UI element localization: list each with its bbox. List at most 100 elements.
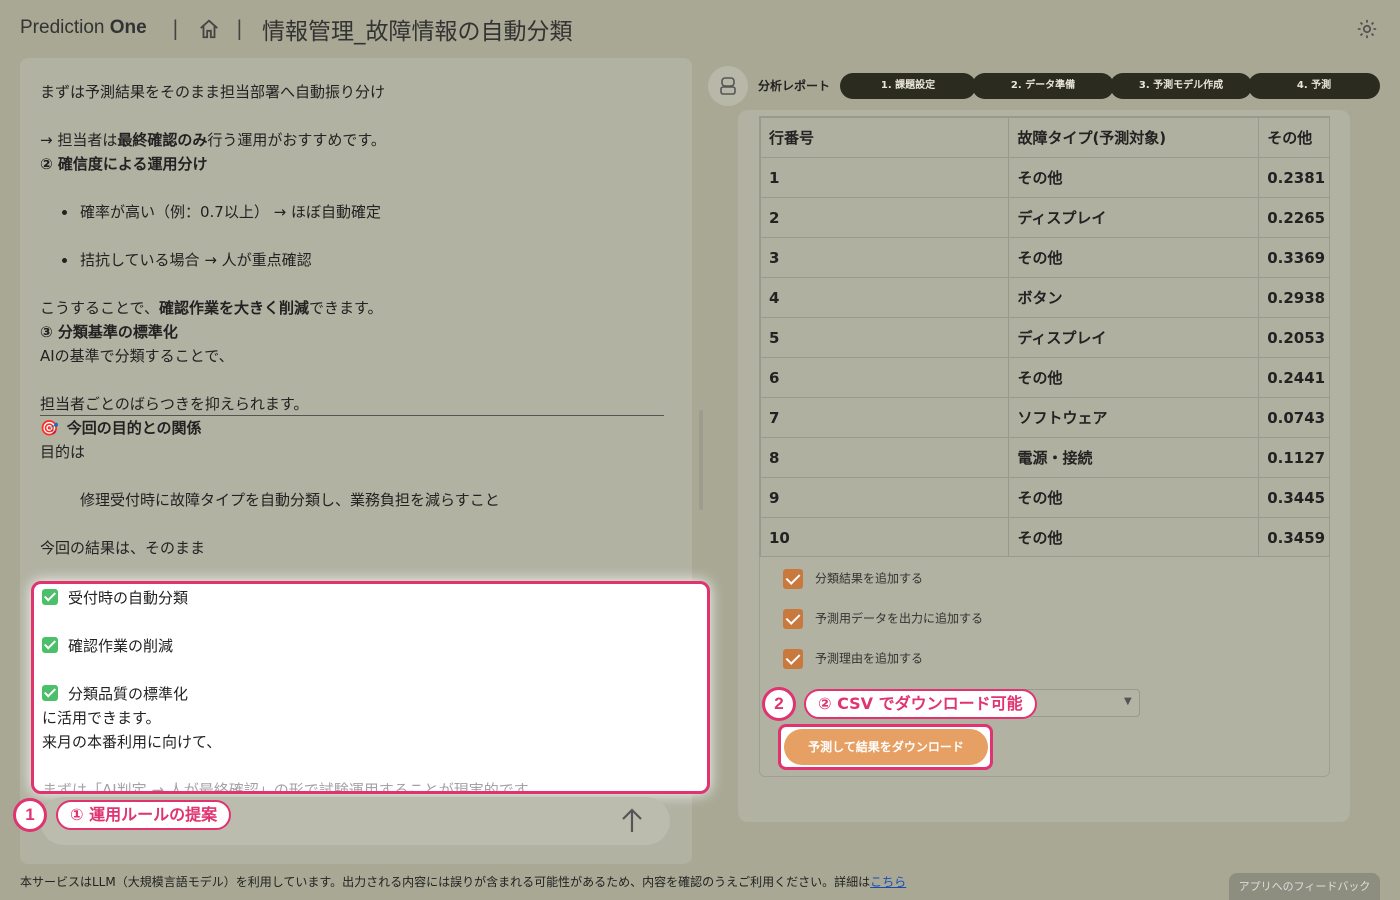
option-add-classification[interactable]: 分類結果を追加する bbox=[783, 568, 923, 589]
checkmark-icon bbox=[42, 637, 58, 653]
message-line: 担当者ごとのばらつきを抑えられます。 bbox=[40, 392, 664, 416]
section-heading: ③ 分類基準の標準化 bbox=[40, 323, 178, 341]
table-cell: ボタン bbox=[1008, 277, 1260, 318]
step-2[interactable]: 2. データ準備 bbox=[972, 73, 1114, 99]
results-table-container[interactable]: 行番号 故障タイプ(予測対象) その他 1 その他 0.2381 2 ディスプレイ 0.2… bbox=[759, 116, 1330, 557]
table-row: 10 その他 0.3459 bbox=[760, 517, 1329, 556]
check-item: 分類品質の標準化 bbox=[42, 682, 542, 706]
checkbox-checked[interactable] bbox=[783, 648, 803, 669]
table-cell: 10 bbox=[760, 517, 1010, 556]
table-cell: 0.3459 bbox=[1258, 517, 1329, 556]
table-cell: 0.2053 bbox=[1258, 317, 1329, 358]
message-line: → 担当者は最終確認のみ行う運用がおすすめです。 bbox=[40, 131, 386, 149]
table-cell: 電源・接続 bbox=[1008, 437, 1260, 478]
list-item: 拮抗している場合 → 人が重点確認 bbox=[40, 248, 664, 272]
quote-line: 修理受付時に故障タイプを自動分類し、業務負担を減らすこと bbox=[80, 491, 500, 509]
table-cell: 5 bbox=[760, 317, 1010, 358]
table-cell: その他 bbox=[1008, 157, 1260, 198]
chat-scrollbar[interactable] bbox=[699, 410, 703, 510]
highlighted-message-region: 受付時の自動分類 確認作業の削減 分類品質の標準化 に活用できます。 来月の本番… bbox=[31, 581, 710, 794]
assistant-message: まずは予測結果をそのまま担当部署へ自動振り分け → 担当者は最終確認のみ行う運用… bbox=[40, 80, 664, 560]
chevron-down-icon: ▼ bbox=[1124, 696, 1132, 707]
table-cell: 9 bbox=[760, 477, 1010, 518]
table-cell: その他 bbox=[1008, 477, 1260, 518]
option-add-input-data[interactable]: 予測用データを出力に追加する bbox=[783, 608, 983, 629]
message-line: こうすることで、確認作業を大きく削減できます。 bbox=[40, 299, 383, 317]
checkbox-checked[interactable] bbox=[783, 568, 803, 589]
table-row: 1 その他 0.2381 bbox=[760, 157, 1329, 198]
table-cell: その他 bbox=[1008, 517, 1260, 556]
disclaimer-footer: 本サービスはLLM（大規模言語モデル）を利用しています。出力される内容には誤りが… bbox=[20, 875, 907, 889]
table-cell: 1 bbox=[760, 157, 1010, 198]
table-cell: 3 bbox=[760, 237, 1010, 278]
brand-name: Prediction bbox=[20, 17, 110, 38]
table-cell: 0.2265 bbox=[1258, 197, 1329, 238]
step-3[interactable]: 3. 予測モデル作成 bbox=[1110, 73, 1252, 99]
message-line: 来月の本番利用に向けて、 bbox=[42, 733, 222, 751]
option-add-reason[interactable]: 予測理由を追加する bbox=[783, 648, 923, 669]
table-cell: ソフトウェア bbox=[1008, 397, 1260, 438]
table-cell: 0.2938 bbox=[1258, 277, 1329, 318]
gear-icon[interactable] bbox=[1356, 18, 1378, 40]
table-row: 4 ボタン 0.2938 bbox=[760, 277, 1329, 318]
step-4[interactable]: 4. 予測 bbox=[1248, 73, 1380, 99]
table-cell: 0.1127 bbox=[1258, 437, 1329, 478]
download-button[interactable]: 予測して結果をダウンロード bbox=[784, 729, 988, 765]
target-icon: 🎯 bbox=[40, 419, 59, 437]
table-cell: 6 bbox=[760, 357, 1010, 398]
section-heading: 🎯 今回の目的との関係 bbox=[40, 419, 202, 437]
table-cell: その他 bbox=[1008, 357, 1260, 398]
table-cell: 7 bbox=[760, 397, 1010, 438]
table-cell: 0.3369 bbox=[1258, 237, 1329, 278]
report-icon bbox=[720, 77, 736, 95]
table-cell: 0.3445 bbox=[1258, 477, 1329, 518]
list-item: 確率が高い（例：0.7以上） → ほぼ自動確定 bbox=[40, 200, 664, 224]
brand-logo[interactable]: Prediction One bbox=[20, 17, 147, 39]
message-line: 目的は bbox=[40, 443, 86, 461]
table-cell: 8 bbox=[760, 437, 1010, 478]
annotation-callout: ② CSV でダウンロード可能 bbox=[804, 689, 1037, 719]
app-header: Prediction One | | 情報管理_故障情報の自動分類 bbox=[0, 0, 1400, 56]
step-1[interactable]: 1. 課題設定 bbox=[840, 73, 976, 99]
table-row: 9 その他 0.3445 bbox=[760, 477, 1329, 518]
table-row: 5 ディスプレイ 0.2053 bbox=[760, 317, 1329, 358]
annotation-callout: ① 運用ルールの提案 bbox=[56, 800, 232, 830]
table-row: 3 その他 0.3369 bbox=[760, 237, 1329, 278]
table-cell: 0.2441 bbox=[1258, 357, 1329, 398]
feedback-button[interactable]: アプリへのフィードバック bbox=[1229, 873, 1380, 900]
table-cell: 0.0743 bbox=[1258, 397, 1329, 438]
message-line: まずは「AI判定 → 人が最終確認」の形で試験運用することが現実的です。 bbox=[42, 781, 543, 794]
message-line: に活用できます。 bbox=[42, 709, 161, 727]
table-cell: 0.2381 bbox=[1258, 157, 1329, 198]
page-title: 情報管理_故障情報の自動分類 bbox=[262, 19, 573, 45]
message-line: 今回の結果は、そのまま bbox=[40, 539, 206, 557]
report-avatar[interactable] bbox=[708, 66, 748, 106]
column-header: 行番号 bbox=[760, 117, 1010, 158]
message-line: まずは予測結果をそのまま担当部署へ自動振り分け bbox=[40, 83, 386, 101]
table-row: 2 ディスプレイ 0.2265 bbox=[760, 197, 1329, 238]
table-row: 8 電源・接続 0.1127 bbox=[760, 437, 1329, 478]
results-table: 行番号 故障タイプ(予測対象) その他 1 その他 0.2381 2 ディスプレイ 0.2… bbox=[760, 117, 1329, 556]
table-row: 7 ソフトウェア 0.0743 bbox=[760, 397, 1329, 438]
brand-name-bold: One bbox=[109, 17, 147, 38]
column-header: 故障タイプ(予測対象) bbox=[1008, 117, 1260, 158]
annotation-badge: 2 bbox=[762, 687, 796, 721]
check-item: 確認作業の削減 bbox=[42, 634, 542, 658]
table-row: 6 その他 0.2441 bbox=[760, 357, 1329, 398]
checkbox-checked[interactable] bbox=[783, 608, 803, 629]
table-cell: ディスプレイ bbox=[1008, 317, 1260, 358]
column-header: その他 bbox=[1258, 117, 1329, 158]
check-item: 受付時の自動分類 bbox=[42, 586, 542, 610]
table-cell: その他 bbox=[1008, 237, 1260, 278]
checkmark-icon bbox=[42, 685, 58, 701]
table-cell: 2 bbox=[760, 197, 1010, 238]
header-separator: | bbox=[172, 16, 179, 40]
annotation-badge: 1 bbox=[13, 798, 47, 832]
details-link[interactable]: こちら bbox=[870, 875, 906, 889]
report-label: 分析レポート bbox=[758, 79, 831, 93]
table-cell: ディスプレイ bbox=[1008, 197, 1260, 238]
table-header-row: 行番号 故障タイプ(予測対象) その他 bbox=[760, 117, 1329, 158]
header-separator: | bbox=[236, 16, 243, 40]
home-icon[interactable] bbox=[198, 18, 220, 40]
arrow-up-icon[interactable] bbox=[620, 806, 644, 834]
